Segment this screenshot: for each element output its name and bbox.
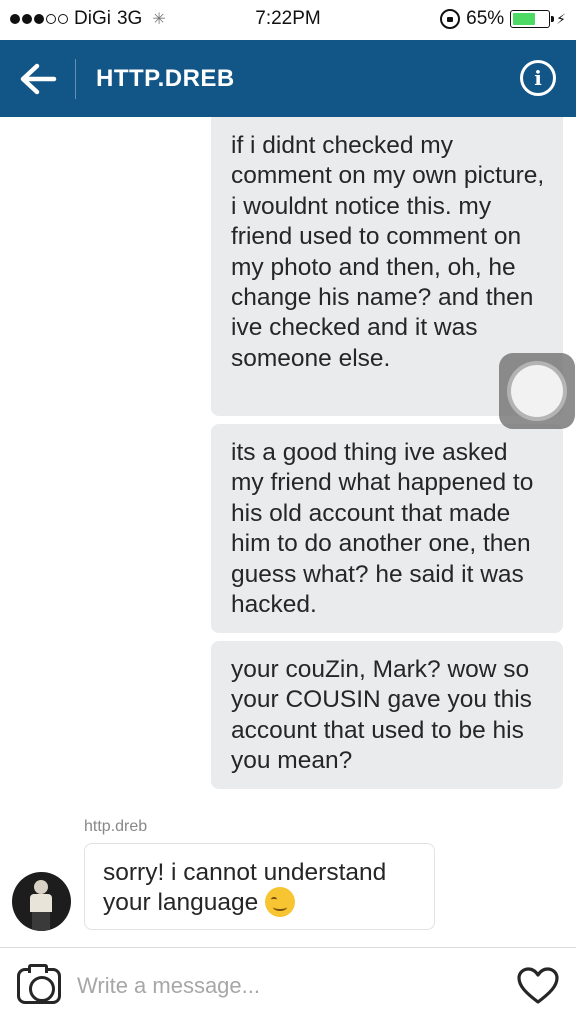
sender-username: http.dreb xyxy=(84,818,148,835)
outgoing-message[interactable]: its a good thing ive asked my friend wha… xyxy=(211,424,563,633)
rotation-lock-icon xyxy=(440,9,461,29)
camera-button[interactable] xyxy=(17,964,61,1004)
message-composer xyxy=(0,947,576,1024)
incoming-message[interactable]: sorry! i cannot understand your language xyxy=(84,843,435,930)
smiling-face-icon xyxy=(265,886,296,917)
conversation-title[interactable]: HTTP.DREB xyxy=(96,65,235,93)
avatar[interactable] xyxy=(12,872,71,931)
charging-icon: ⚡ xyxy=(556,10,566,27)
info-button[interactable]: i xyxy=(520,60,556,96)
back-button[interactable] xyxy=(0,58,76,99)
status-bar: DiGi 3G ✳ 7:22PM 65% ⚡ xyxy=(0,0,576,40)
outgoing-message[interactable]: your couZin, Mark? wow so your COUSIN ga… xyxy=(211,641,563,789)
assistive-touch-button[interactable] xyxy=(499,353,575,429)
heart-icon[interactable] xyxy=(516,966,560,1006)
info-icon: i xyxy=(534,66,542,90)
status-right: 65% ⚡ xyxy=(440,8,566,30)
arrow-left-icon xyxy=(20,63,56,94)
chat-header: HTTP.DREB i xyxy=(0,40,576,117)
battery-percent: 65% xyxy=(466,8,505,29)
message-input[interactable] xyxy=(77,968,497,1004)
battery-icon xyxy=(510,10,555,28)
assistive-touch-icon xyxy=(511,365,563,417)
incoming-message-text: sorry! i cannot understand your language xyxy=(103,859,387,917)
